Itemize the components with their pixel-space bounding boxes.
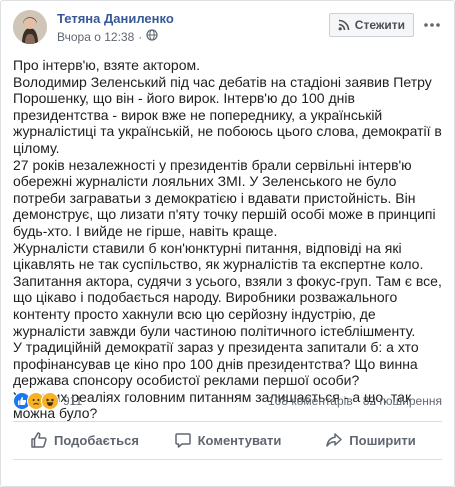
post-paragraph: Запитання актора, судячи з усього, взяли… <box>13 272 442 339</box>
meta-separator: · <box>138 29 143 44</box>
follow-button-label: Стежити <box>354 18 405 32</box>
divider <box>13 459 442 460</box>
comment-button-label: Коментувати <box>197 432 282 448</box>
like-button-label: Подобається <box>54 432 139 448</box>
haha-reaction-icon <box>41 392 59 410</box>
post-paragraph: Журналісти ставили б кон'юнктурні питанн… <box>13 239 424 273</box>
shares-count-link[interactable]: 82 поширення <box>363 394 442 408</box>
thumbs-up-icon <box>30 431 48 449</box>
follow-button[interactable]: Стежити <box>328 13 414 37</box>
avatar-image <box>13 10 47 44</box>
share-button[interactable]: Поширити <box>299 424 442 456</box>
engagement-counts: 108 коментарів 82 поширення <box>268 394 442 408</box>
avatar[interactable] <box>13 10 47 44</box>
divider <box>13 421 442 422</box>
comment-icon <box>174 431 192 449</box>
share-button-label: Поширити <box>349 432 416 448</box>
post-header: Тетяна Даниленко Вчора о 12:38 · Стежити <box>13 10 444 44</box>
reactions-summary[interactable]: 911 <box>13 392 82 410</box>
post-paragraph: Володимир Зеленський під час дебатів на … <box>13 73 442 156</box>
post-actions: Подобається Коментувати Поширити <box>13 424 442 456</box>
comment-button[interactable]: Коментувати <box>156 424 299 456</box>
post-paragraph: У традиційній демократії зараз у президе… <box>13 339 419 389</box>
author-name-link[interactable]: Тетяна Даниленко <box>57 11 174 26</box>
globe-icon[interactable] <box>146 29 158 44</box>
comments-count-link[interactable]: 108 коментарів <box>268 394 353 408</box>
more-horizontal-icon[interactable] <box>420 13 444 37</box>
post-text: Про інтерв'ю, взяте актором. Володимир З… <box>13 57 443 422</box>
post-paragraph: 27 років незалежності у президентів брал… <box>13 156 436 239</box>
share-icon <box>325 431 343 449</box>
post-paragraph: Про інтерв'ю, взяте актором. <box>13 57 200 73</box>
post-meta: Вчора о 12:38 · <box>57 29 158 44</box>
reaction-count: 911 <box>63 394 83 408</box>
post-timestamp-link[interactable]: Вчора о 12:38 <box>57 30 134 44</box>
post-stats: 911 108 коментарів 82 поширення <box>13 392 442 412</box>
post-card: Тетяна Даниленко Вчора о 12:38 · Стежити… <box>0 0 455 487</box>
like-button[interactable]: Подобається <box>13 424 156 456</box>
rss-icon <box>338 19 350 31</box>
